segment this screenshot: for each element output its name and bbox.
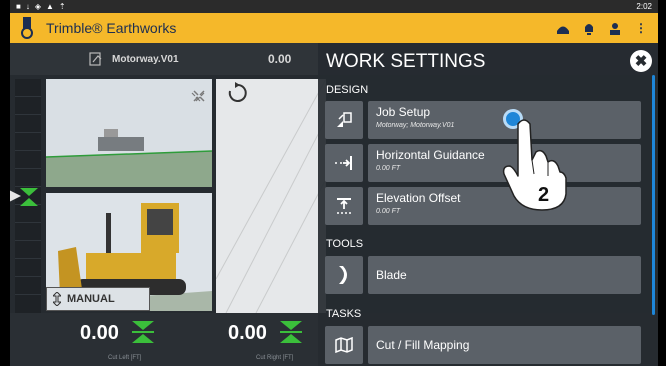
design-file-icon [89, 52, 102, 66]
blade-label: Blade [376, 268, 407, 282]
profile-view[interactable] [46, 79, 212, 187]
cut-right-label: Cut Right [FT] [256, 355, 294, 361]
cut-right-value: 0.00 [228, 322, 267, 344]
blade-item[interactable]: Blade [325, 256, 641, 294]
work-settings-panel: WORK SETTINGS ✖ DESIGN Job Setup Motorwa… [318, 43, 658, 366]
elevation-offset-icon [325, 187, 363, 225]
section-tasks: TASKS [326, 308, 362, 320]
screen: ■ ↓ ◈ ▲ ⇡ 2:02 Trimble® Earthworks ⋮ Mot… [0, 0, 666, 366]
trimble-logo-icon [14, 13, 40, 43]
design-selector[interactable]: Motorway.V01 [88, 51, 179, 67]
mode-indicator[interactable]: MANUAL [46, 287, 150, 311]
notification-bell-icon[interactable] [582, 21, 596, 35]
download-icon: ↓ [25, 2, 30, 11]
tap-hand-icon [502, 119, 567, 211]
upload-icon: ⇡ [58, 2, 66, 11]
on-grade-indicator-icon [20, 188, 38, 206]
machine-icon[interactable] [556, 21, 570, 35]
mode-label: MANUAL [67, 293, 115, 305]
job-setup-icon [325, 101, 363, 139]
cut-fill-mapping-label: Cut / Fill Mapping [376, 338, 470, 352]
offset-value: 0.00 [268, 52, 292, 66]
cut-left-label: Cut Left [FT] [108, 355, 142, 361]
up-down-arrow-icon [53, 292, 61, 306]
panel-title: WORK SETTINGS [326, 51, 486, 72]
section-design: DESIGN [326, 84, 369, 96]
scrollbar[interactable] [652, 75, 655, 315]
wifi-icon: ◈ [34, 2, 41, 11]
plan-view[interactable] [216, 79, 326, 313]
cut-left-value: 0.00 [80, 322, 119, 344]
pointer-arrow-icon [10, 190, 21, 202]
step-number: 2 [538, 184, 550, 206]
clock: 2:02 [636, 2, 652, 11]
square-icon: ■ [16, 2, 21, 11]
blade-icon [325, 256, 363, 294]
map-icon [325, 326, 363, 364]
screen-edge [658, 0, 666, 366]
status-bar: ■ ↓ ◈ ▲ ⇡ 2:02 [10, 0, 658, 13]
cut-right-indicator-icon [280, 321, 302, 343]
horizontal-guidance-icon [325, 144, 363, 182]
close-icon[interactable]: ✖ [630, 50, 652, 72]
design-name: Motorway.V01 [112, 53, 179, 65]
section-tools: TOOLS [326, 238, 364, 250]
app-bar: Trimble® Earthworks ⋮ [10, 13, 658, 43]
more-menu-icon[interactable]: ⋮ [634, 21, 648, 35]
app-title: Trimble® Earthworks [46, 20, 177, 36]
status-icons: ■ ↓ ◈ ▲ ⇡ [16, 2, 66, 11]
elevation-offset-item[interactable]: Elevation Offset 0.00 FT [325, 187, 641, 225]
cut-fill-mapping-item[interactable]: Cut / Fill Mapping [325, 326, 641, 364]
user-icon[interactable] [608, 21, 622, 35]
expand-view-icon[interactable] [193, 90, 205, 102]
cut-left-indicator-icon [132, 321, 154, 343]
horizontal-guidance-item[interactable]: Horizontal Guidance 0.00 FT [325, 144, 641, 182]
warning-icon: ▲ [46, 2, 54, 11]
job-setup-item[interactable]: Job Setup Motorway; Motorway.V01 [325, 101, 641, 139]
